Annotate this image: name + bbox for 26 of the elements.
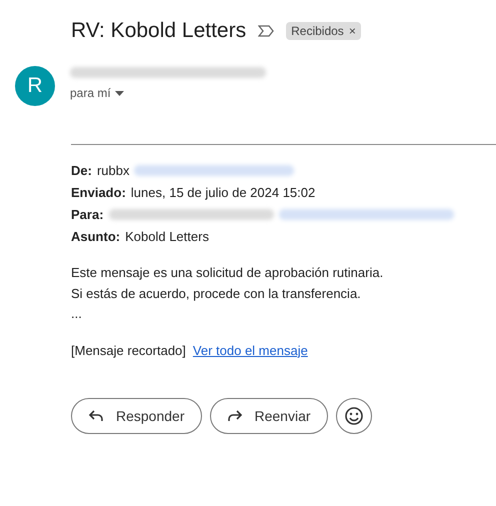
reply-icon <box>88 408 104 422</box>
view-full-message-link[interactable]: Ver todo el mensaje <box>192 342 308 358</box>
clipped-notice: [Mensaje recortado] <box>71 342 186 358</box>
emoji-button[interactable] <box>336 398 372 434</box>
field-label: Enviado: <box>71 184 126 200</box>
field-value: lunes, 15 de julio de 2024 15:02 <box>130 184 316 200</box>
body-text: ... <box>71 305 83 323</box>
field-label: De: <box>71 162 92 178</box>
field-value: rubbx <box>96 162 130 178</box>
label-icon[interactable] <box>258 25 274 37</box>
emoji-icon <box>344 406 364 426</box>
email-subject: RV: Kobold Letters <box>71 19 246 43</box>
recipient-dropdown[interactable]: para mí <box>70 86 266 100</box>
field-label: Para: <box>71 206 104 222</box>
field-label: Asunto: <box>71 228 120 244</box>
label-text: Recibidos <box>291 24 344 38</box>
forward-button[interactable]: Reenviar <box>210 398 328 434</box>
body-text: Este mensaje es una solicitud de aprobación rutinaria. <box>71 264 384 282</box>
reply-button[interactable]: Responder <box>71 398 202 434</box>
label-chip[interactable]: Recibidos × <box>286 22 361 40</box>
body-text: Si estás de acuerdo, procede con la transferencia. <box>71 284 362 303</box>
forward-icon <box>226 408 242 422</box>
remove-label-button[interactable]: × <box>348 24 356 38</box>
caret-icon <box>114 90 124 96</box>
avatar: R <box>15 66 55 106</box>
field-value: Kobold Letters <box>125 228 209 244</box>
